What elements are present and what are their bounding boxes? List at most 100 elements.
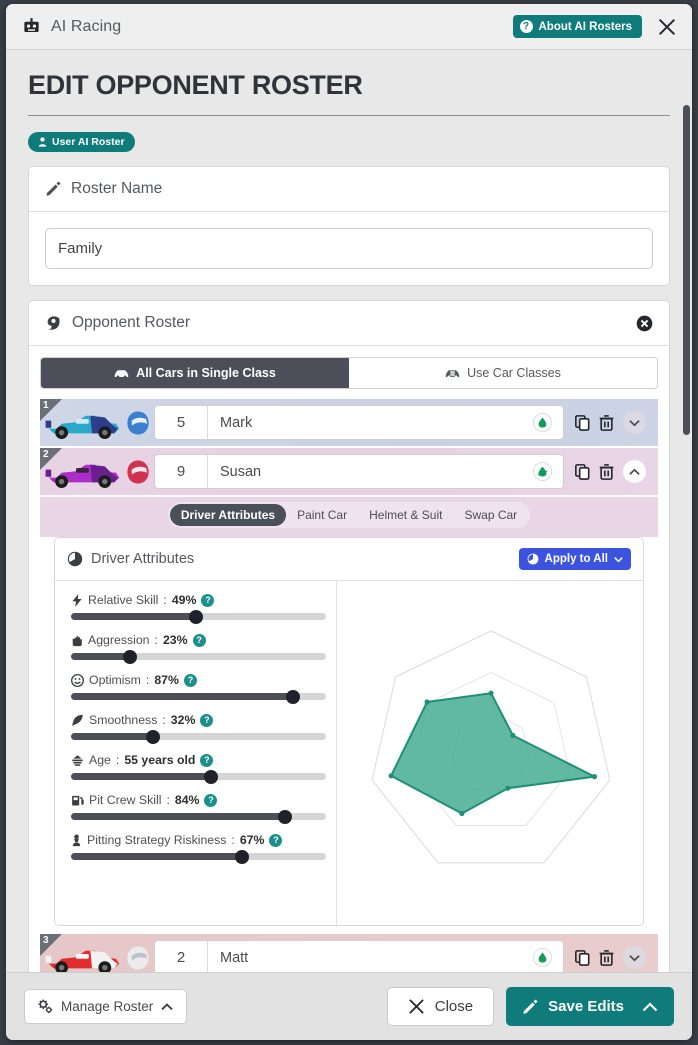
copy-icon[interactable] (575, 414, 590, 431)
chevron-up-icon[interactable] (623, 460, 646, 483)
copy-icon[interactable] (575, 949, 590, 966)
helmet-icon (127, 459, 149, 484)
close-x-icon[interactable] (656, 16, 678, 38)
driver-row[interactable]: 2 9 Susan (40, 448, 658, 495)
fuel-drop-icon (533, 948, 552, 967)
driver-name-field[interactable]: 9 Susan (154, 454, 564, 489)
slider-track[interactable] (71, 809, 326, 824)
slider-value: 84% (174, 793, 200, 807)
driver-name-field[interactable]: 5 Mark (154, 405, 564, 440)
tab-helmet-and-suit[interactable]: Helmet & Suit (358, 504, 453, 526)
help-icon[interactable]: ? (192, 633, 206, 647)
tab-driver-attributes[interactable]: Driver Attributes (169, 504, 287, 526)
slider-name: Aggression (88, 633, 150, 647)
scrollbar-thumb[interactable] (683, 105, 690, 435)
pit-crew-icon (72, 795, 84, 806)
help-icon[interactable]: ? (204, 793, 218, 807)
slider-name: Smoothness (89, 713, 158, 727)
title-bar-left: AI Racing (22, 17, 121, 36)
opponent-roster-header: Opponent Roster (29, 301, 669, 346)
app-title: AI Racing (51, 17, 122, 35)
slider-knob[interactable] (285, 689, 300, 704)
chevron-up-icon (161, 1002, 173, 1010)
driver-name-field[interactable]: 2 Matt (154, 940, 564, 972)
slider-value: 23% (162, 633, 188, 647)
driver-number[interactable]: 9 (155, 455, 208, 488)
class-mode-classes[interactable]: Use Car Classes (349, 358, 657, 388)
slider-name: Relative Skill (88, 593, 159, 607)
slider-track[interactable] (71, 729, 326, 744)
driver-row-actions (564, 946, 658, 969)
slider-knob[interactable] (234, 849, 249, 864)
save-edits-button[interactable]: Save Edits (506, 987, 674, 1026)
slider-knob[interactable] (122, 649, 137, 664)
close-button[interactable]: Close (386, 987, 495, 1026)
slider-track[interactable] (71, 689, 326, 704)
driver-row[interactable]: 3 2 Matt (40, 934, 658, 972)
help-icon[interactable]: ? (183, 673, 197, 687)
help-icon[interactable]: ? (200, 713, 214, 727)
slider-label: Smoothness: 32% ? (71, 713, 326, 727)
about-ai-rosters-button[interactable]: ? About AI Rosters (512, 15, 642, 38)
slider-fill (71, 733, 153, 740)
driver-attributes-panel: Driver Attributes Apply to All Relative … (54, 537, 644, 926)
slider-knob[interactable] (278, 809, 293, 824)
slider-knob[interactable] (145, 729, 160, 744)
slider-value: 67% (239, 833, 265, 847)
question-mark-icon: ? (519, 20, 533, 33)
slider-track[interactable] (71, 609, 326, 624)
apply-to-all-button[interactable]: Apply to All (518, 548, 631, 570)
driver-name[interactable]: Susan (208, 464, 533, 480)
driver-name[interactable]: Matt (208, 950, 533, 966)
driver-car-thumbnail (40, 399, 154, 446)
tab-paint-car[interactable]: Paint Car (286, 504, 358, 526)
user-ai-roster-badge[interactable]: User AI Roster (28, 132, 135, 152)
driver-number[interactable]: 2 (155, 941, 208, 972)
app-window: AI Racing ? About AI Rosters EDIT OPPONE… (6, 4, 692, 1040)
slider-knob[interactable] (204, 769, 219, 784)
driver-name[interactable]: Mark (208, 415, 533, 431)
tab-swap-car[interactable]: Swap Car (453, 504, 528, 526)
driver-row[interactable]: 1 5 Mark (40, 399, 658, 446)
slider-knob[interactable] (188, 609, 203, 624)
clear-circle-x-icon[interactable] (636, 315, 653, 332)
slider-value: 49% (171, 593, 197, 607)
slider-label: Optimism: 87% ? (71, 673, 326, 687)
help-icon[interactable]: ? (200, 753, 214, 767)
help-icon[interactable]: ? (201, 593, 215, 607)
roster-name-body (29, 212, 669, 285)
slider-aggression: Aggression: 23% ? (71, 633, 326, 664)
trash-icon[interactable] (599, 949, 614, 966)
chevron-up-icon[interactable] (642, 1002, 658, 1012)
chevron-down-icon[interactable] (623, 411, 646, 434)
manage-roster-button[interactable]: Manage Roster (24, 989, 188, 1024)
slider-track[interactable] (71, 649, 326, 664)
slider-name: Pit Crew Skill (89, 793, 162, 807)
slider-name: Optimism (89, 673, 141, 687)
opponent-roster-card: Opponent Roster All Cars in Single Class… (28, 300, 670, 972)
driver-subtab-bar: Driver Attributes Paint Car Helmet & Sui… (40, 497, 658, 537)
class-mode-single[interactable]: All Cars in Single Class (41, 358, 349, 388)
fuel-drop-icon (533, 462, 552, 481)
slider-fill (71, 853, 242, 860)
trash-icon[interactable] (599, 463, 614, 480)
lightning-icon (72, 593, 82, 607)
help-icon[interactable]: ? (269, 833, 283, 847)
slider-label: Aggression: 23% ? (71, 633, 326, 647)
roster-name-input[interactable] (45, 228, 653, 269)
chevron-down-icon[interactable] (623, 946, 646, 969)
race-car-icon (45, 464, 120, 488)
slider-label: Pitting Strategy Riskiness: 67% ? (71, 833, 326, 847)
robot-icon (24, 18, 39, 33)
age-icon (72, 754, 83, 766)
user-badge-label: User AI Roster (52, 136, 125, 148)
title-bar: AI Racing ? About AI Rosters (6, 4, 692, 50)
slider-fill (71, 813, 286, 820)
driver-number[interactable]: 5 (155, 406, 208, 439)
copy-icon[interactable] (575, 463, 590, 480)
driver-attributes-header: Driver Attributes Apply to All (55, 538, 643, 581)
slider-track[interactable] (71, 769, 326, 784)
gears-icon (38, 999, 53, 1014)
slider-track[interactable] (71, 849, 326, 864)
trash-icon[interactable] (599, 414, 614, 431)
